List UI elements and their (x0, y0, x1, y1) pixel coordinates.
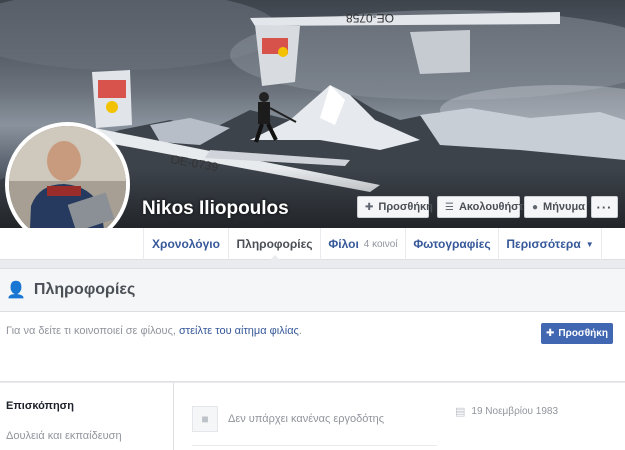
tab-photos[interactable]: Φωτογραφίες (405, 228, 498, 260)
profile-page: OE-0739 OE-0758 Nikos Iliopoulos ✚ Προσθ… (0, 0, 625, 450)
no-employer-text: Δεν υπάρχει κανένας εργοδότης (228, 413, 385, 425)
send-friend-request-link[interactable]: στείλτε του αίτημα φιλίας (179, 325, 299, 337)
tab-photos-label: Φωτογραφίες (413, 237, 491, 251)
tab-more-label: Περισσότερα (506, 237, 581, 251)
profile-name[interactable]: Nikos Iliopoulos (142, 198, 289, 220)
add-friend-primary-button[interactable]: ✚ Προσθήκη (541, 323, 613, 344)
divider (192, 445, 437, 446)
about-overview-panel: Επισκόπηση Δουλειά και εκπαίδευση ■ Δεν … (0, 383, 625, 450)
add-friend-button[interactable]: ✚ Προσθήκη (357, 196, 433, 218)
sidebar-item-work-education[interactable]: Δουλειά και εκπαίδευση (6, 430, 122, 442)
messenger-icon: ● (532, 201, 539, 213)
svg-text:OE-0758: OE-0758 (346, 11, 394, 25)
about-section-header: 👤 Πληροφορίες (0, 268, 625, 312)
more-options-label: ··· (596, 199, 613, 215)
add-friend-label: Προσθήκη (378, 201, 433, 213)
tab-friends-label: Φίλοι (328, 237, 359, 251)
caret-down-icon: ▼ (585, 239, 594, 249)
tab-about-label: Πληροφορίες (236, 237, 313, 251)
more-options-button[interactable]: ··· (591, 196, 618, 218)
birthday-row: ▤ 19 Νοεμβρίου 1983 (455, 405, 558, 418)
rss-icon: ☰ (445, 201, 454, 213)
briefcase-icon: ■ (192, 406, 218, 432)
friend-note-prefix: Για να δείτε τι κοινοποιεί σε φίλους, (6, 325, 179, 337)
employer-row: ■ Δεν υπάρχει κανένας εργοδότης (192, 406, 384, 432)
follow-button[interactable]: ☰ Ακολουθήστε (437, 196, 529, 218)
sidebar-item-overview[interactable]: Επισκόπηση (6, 400, 74, 412)
friend-note-suffix: . (298, 325, 302, 337)
about-sidebar: Επισκόπηση Δουλειά και εκπαίδευση (0, 383, 174, 450)
cake-icon: ▤ (455, 406, 466, 418)
mutual-friends-count: 4 κοινοί (363, 238, 398, 250)
message-label: Μήνυμα (543, 201, 585, 213)
tab-timeline-label: Χρονολόγιο (152, 237, 220, 251)
message-button[interactable]: ● Μήνυμα (524, 196, 587, 218)
follow-label: Ακολουθήστε (458, 201, 529, 213)
person-plus-icon: ✚ (365, 201, 374, 213)
profile-nav-bar: Χρονολόγιο Πληροφορίες Φίλοι 4 κοινοί Φω… (0, 228, 625, 261)
tab-friends[interactable]: Φίλοι 4 κοινοί (320, 228, 405, 260)
add-friend-primary-label: Προσθήκη (558, 328, 608, 339)
friend-request-text: Για να δείτε τι κοινοποιεί σε φίλους, στ… (6, 325, 302, 337)
tab-about[interactable]: Πληροφορίες (228, 228, 320, 261)
birthday-text: 19 Νοεμβρίου 1983 (471, 406, 559, 417)
tab-timeline[interactable]: Χρονολόγιο (143, 228, 228, 260)
friend-request-note: Για να δείτε τι κοινοποιεί σε φίλους, στ… (0, 312, 625, 382)
person-plus-icon: ✚ (546, 328, 555, 339)
person-icon: 👤 (6, 282, 26, 299)
about-title: Πληροφορίες (33, 281, 136, 298)
tab-more[interactable]: Περισσότερα ▼ (498, 228, 602, 260)
